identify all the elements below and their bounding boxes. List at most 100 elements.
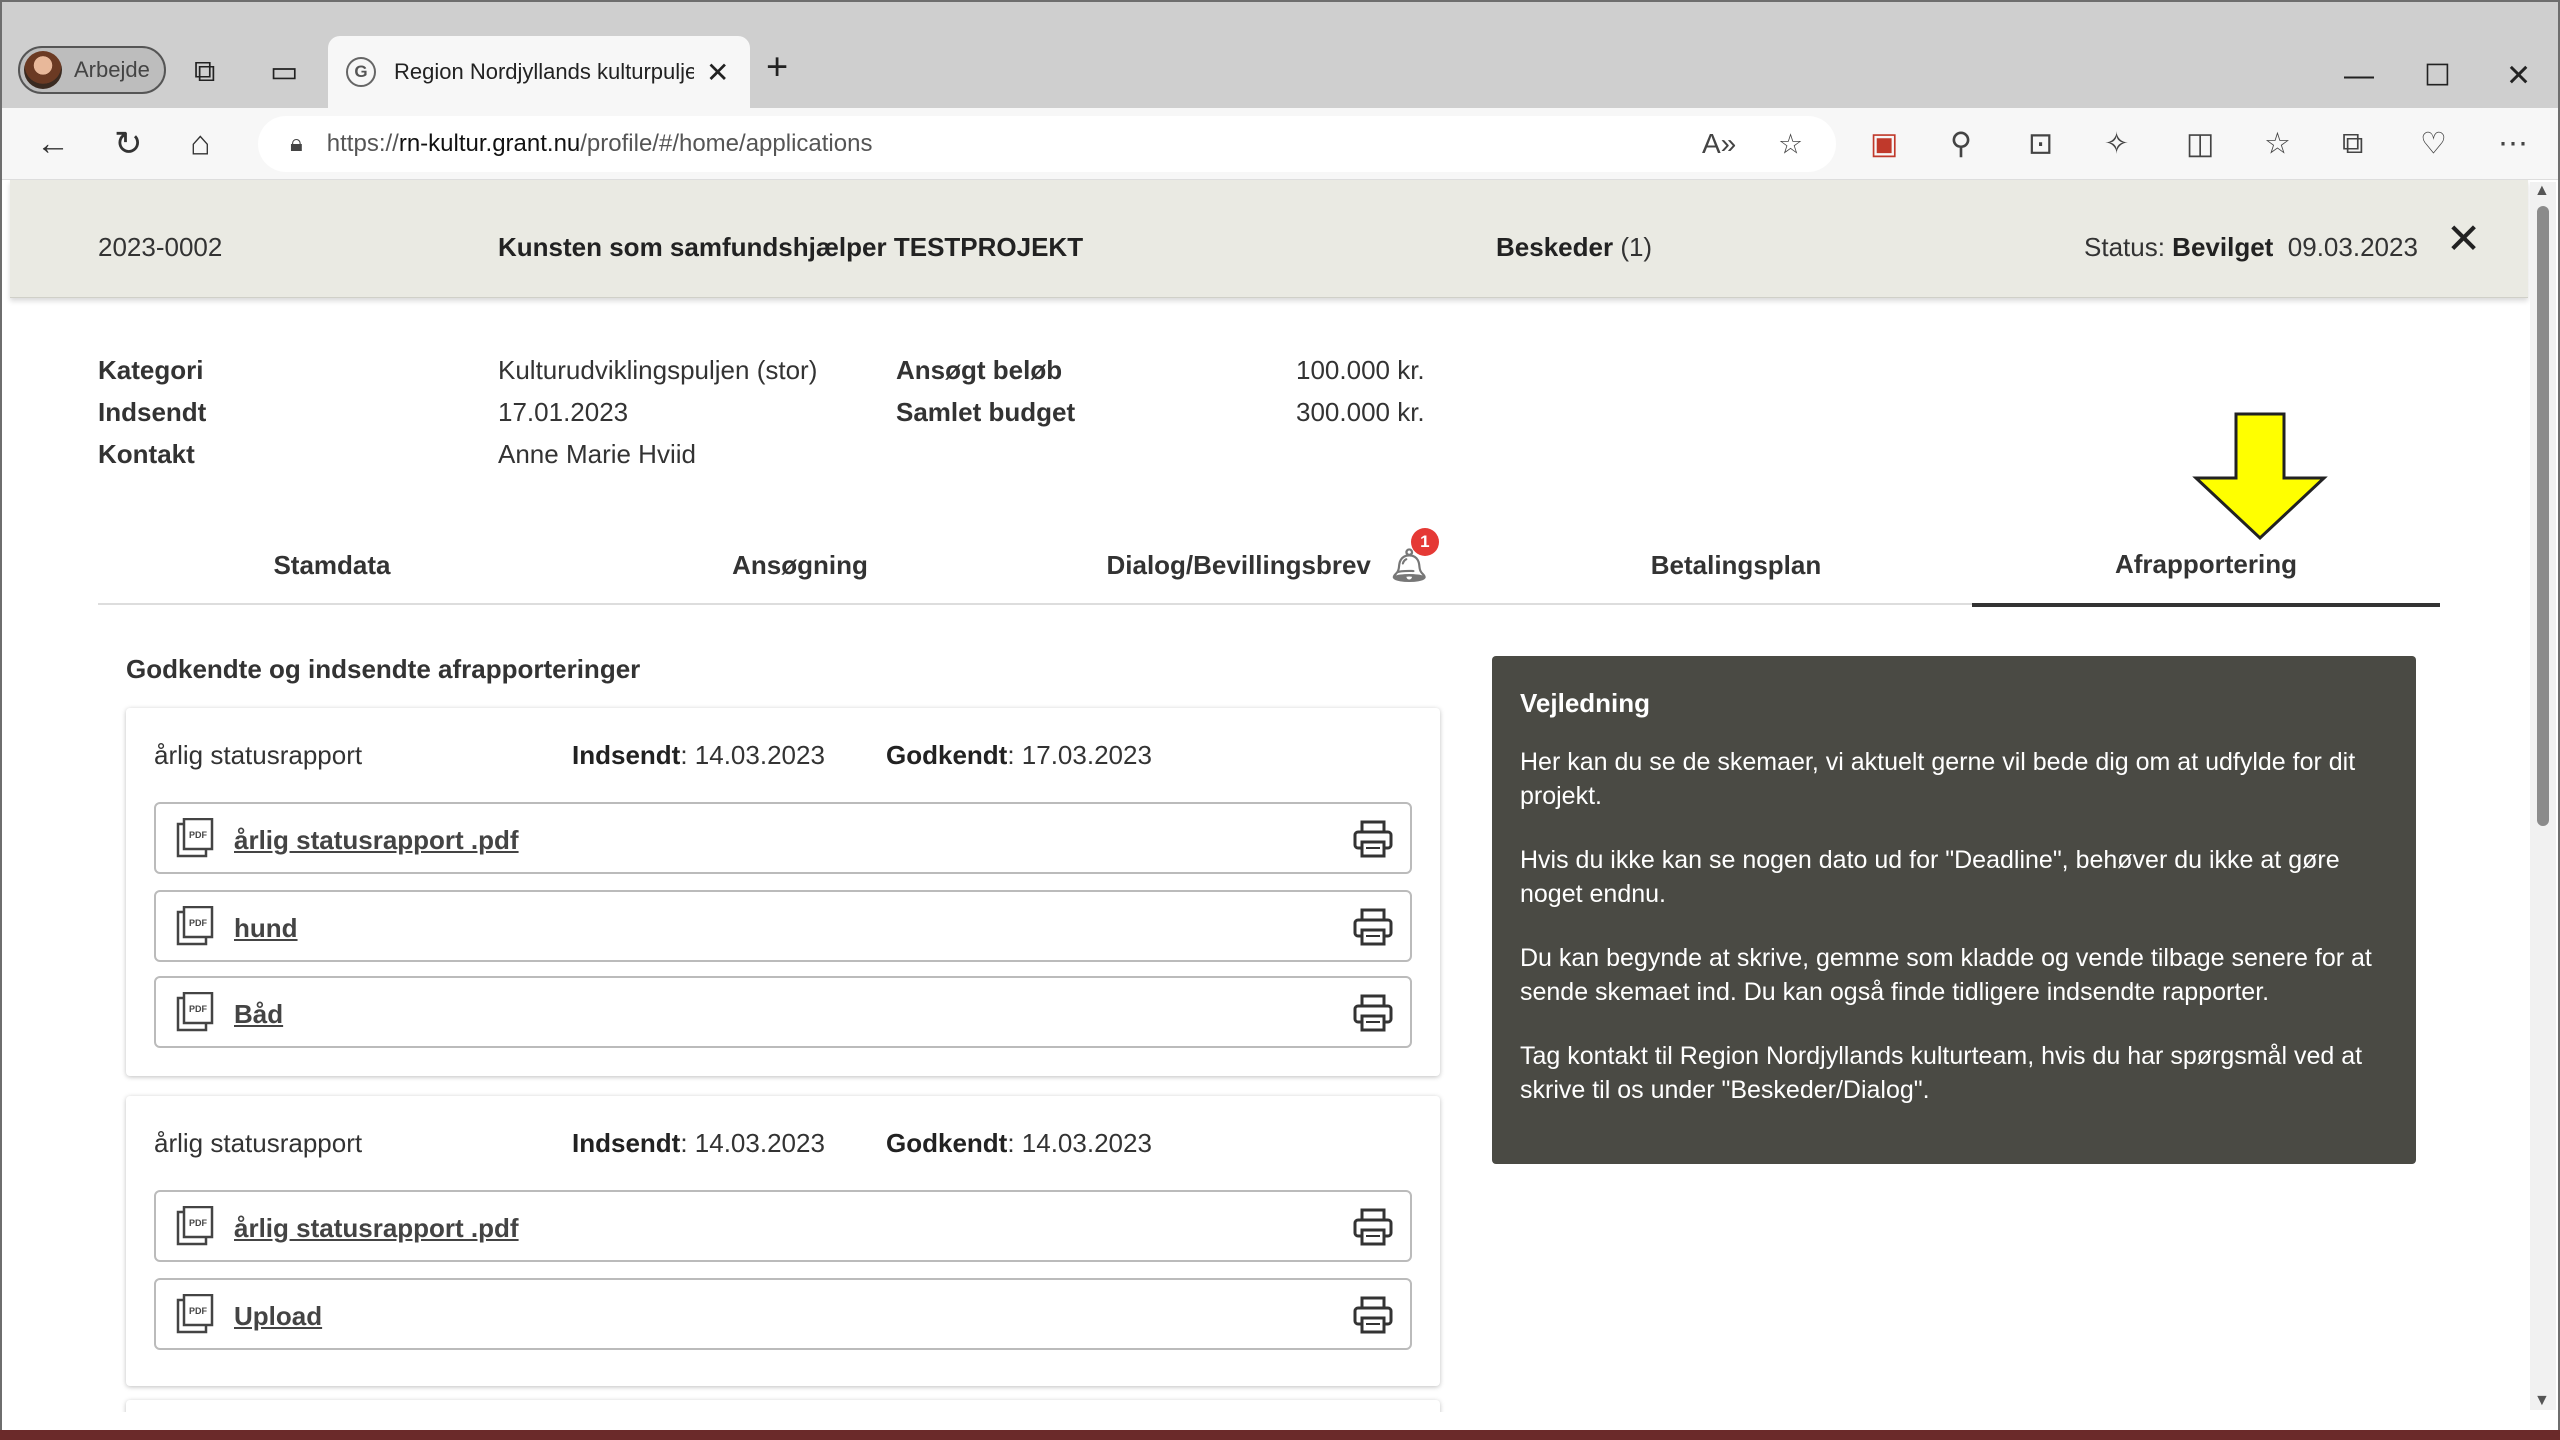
print-icon[interactable]: [1352, 1294, 1394, 1336]
close-tab-icon[interactable]: ✕: [706, 56, 729, 89]
home-icon[interactable]: ⌂: [190, 125, 211, 164]
new-tab-icon[interactable]: +: [766, 47, 788, 90]
budget-label: Samlet budget: [896, 397, 1076, 427]
file-row[interactable]: PDF årlig statusrapport .pdf: [154, 1190, 1412, 1262]
svg-text:PDF: PDF: [189, 1218, 208, 1228]
application-header: 2023-0002 Kunsten som samfundshjælper TE…: [10, 180, 2528, 298]
report-submitted: Indsendt: 14.03.2023: [572, 1128, 825, 1158]
favorites-icon[interactable]: ☆: [2264, 127, 2291, 162]
maximize-icon[interactable]: ☐: [2424, 59, 2451, 94]
extension-red-icon[interactable]: ▣: [1870, 127, 1898, 162]
extension-puzzle-icon[interactable]: ⚲: [1950, 127, 1972, 162]
ansogt-label: Ansøgt beløb: [896, 355, 1063, 385]
guidance-paragraph: Hvis du ikke kan se nogen dato ud for "D…: [1520, 846, 2340, 908]
back-icon[interactable]: ←: [36, 125, 70, 164]
taskbar-edge: [0, 1430, 2560, 1440]
favorite-star-icon[interactable]: ☆: [1778, 128, 1803, 161]
status-text: Status: Bevilget 09.03.2023: [2084, 232, 2418, 262]
file-link[interactable]: hund: [234, 913, 298, 944]
url-text: https://rn-kultur.grant.nu/profile/#/hom…: [326, 130, 873, 157]
read-aloud-icon[interactable]: A»: [1702, 128, 1736, 160]
file-link[interactable]: Båd: [234, 999, 283, 1030]
print-icon[interactable]: [1352, 992, 1394, 1034]
file-link[interactable]: årlig statusrapport .pdf: [234, 1213, 519, 1244]
pdf-icon: PDF: [176, 1206, 214, 1246]
tab-afrapportering[interactable]: Afrapportering: [1972, 525, 2440, 607]
indsendt-value: 17.01.2023: [498, 397, 629, 427]
report-submitted: Indsendt: 14.03.2023: [572, 740, 825, 770]
report-card: [126, 1400, 1440, 1412]
pdf-icon: PDF: [176, 906, 214, 946]
bell-icon: 🔔︎ 1: [1389, 528, 1439, 584]
section-title: Godkendte og indsendte afrapporteringer: [126, 654, 641, 684]
file-row[interactable]: PDF Båd: [154, 976, 1412, 1048]
pdf-icon: PDF: [176, 992, 214, 1032]
profile-name: Arbejde: [74, 57, 150, 82]
close-window-icon[interactable]: ✕: [2506, 59, 2531, 94]
vertical-scrollbar[interactable]: ▲ ▼: [2530, 182, 2556, 1410]
scroll-up-icon[interactable]: ▲: [2534, 182, 2550, 200]
address-bar-row: ← ↻ ⌂ 🔒︎ https://rn-kultur.grant.nu/prof…: [2, 108, 2558, 180]
report-approved: Godkendt: 14.03.2023: [886, 1128, 1152, 1158]
refresh-icon[interactable]: ↻: [114, 124, 143, 164]
print-icon[interactable]: [1352, 818, 1394, 860]
file-link[interactable]: årlig statusrapport .pdf: [234, 825, 519, 856]
tab-betalingsplan[interactable]: Betalingsplan: [1502, 525, 1970, 605]
application-id: 2023-0002: [98, 232, 223, 262]
ansogt-value: 100.000 kr.: [1296, 355, 1425, 385]
indsendt-label: Indsendt: [98, 397, 207, 427]
kontakt-label: Kontakt: [98, 439, 195, 469]
guidance-paragraph: Tag kontakt til Region Nordjyllands kult…: [1520, 1042, 2363, 1104]
guidance-panel: Vejledning Her kan du se de skemaer, vi …: [1492, 656, 2416, 1164]
report-name: årlig statusrapport: [154, 1128, 363, 1158]
tab-dialog-bevillingsbrev[interactable]: Dialog/Bevillingsbrev 🔔︎ 1: [1034, 525, 1502, 605]
extensions-icon[interactable]: ✧: [2104, 127, 2129, 162]
report-approved: Godkendt: 17.03.2023: [886, 740, 1152, 770]
scroll-thumb[interactable]: [2537, 206, 2549, 826]
browser-essentials-icon[interactable]: ♡: [2420, 127, 2447, 162]
extension-box-icon[interactable]: ⊡: [2028, 127, 2053, 162]
guidance-paragraph: Du kan begynde at skrive, gemme som klad…: [1520, 944, 2372, 1006]
print-icon[interactable]: [1352, 1206, 1394, 1248]
kontakt-value: Anne Marie Hviid: [498, 439, 696, 469]
kategori-value: Kulturudviklingspuljen (stor): [498, 355, 818, 385]
title-strip: [2, 2, 2558, 26]
budget-value: 300.000 kr.: [1296, 397, 1425, 427]
close-application-icon[interactable]: ✕: [2446, 214, 2481, 263]
svg-text:PDF: PDF: [189, 1004, 208, 1014]
tab-bar: Arbejde ⧉ ▭ G Region Nordjyllands kultur…: [2, 26, 2558, 108]
browser-window: Arbejde ⧉ ▭ G Region Nordjyllands kultur…: [0, 0, 2560, 1440]
guidance-title: Vejledning: [1520, 688, 1651, 718]
pdf-icon: PDF: [176, 1294, 214, 1334]
file-row[interactable]: PDF årlig statusrapport .pdf: [154, 802, 1412, 874]
svg-text:PDF: PDF: [189, 1306, 208, 1316]
print-icon[interactable]: [1352, 906, 1394, 948]
svg-text:PDF: PDF: [189, 918, 208, 928]
vertical-tabs-icon[interactable]: ▭: [270, 55, 298, 90]
avatar: [24, 51, 62, 89]
profile-button[interactable]: Arbejde: [18, 46, 166, 94]
file-link[interactable]: Upload: [234, 1301, 322, 1332]
report-card: årlig statusrapport Indsendt: 14.03.2023…: [126, 708, 1440, 1076]
minimize-icon[interactable]: —: [2344, 59, 2374, 93]
file-row[interactable]: PDF Upload: [154, 1278, 1412, 1350]
pdf-icon: PDF: [176, 818, 214, 858]
svg-text:PDF: PDF: [189, 830, 208, 840]
url-field[interactable]: 🔒︎ https://rn-kultur.grant.nu/profile/#/…: [258, 116, 1836, 172]
lock-icon[interactable]: 🔒︎: [290, 130, 303, 158]
tab-stamdata[interactable]: Stamdata: [98, 525, 566, 605]
site-favicon-icon: G: [346, 57, 376, 87]
project-title: Kunsten som samfundshjælper TESTPROJEKT: [498, 232, 1084, 262]
collections-icon[interactable]: ⧉: [2342, 127, 2363, 161]
file-row[interactable]: PDF hund: [154, 890, 1412, 962]
report-card: årlig statusrapport Indsendt: 14.03.2023…: [126, 1096, 1440, 1386]
annotation-arrow-icon: [2192, 412, 2328, 541]
report-name: årlig statusrapport: [154, 740, 363, 770]
workspaces-icon[interactable]: ⧉: [194, 55, 215, 89]
tab-ansogning[interactable]: Ansøgning: [566, 525, 1034, 605]
scroll-down-icon[interactable]: ▼: [2534, 1392, 2550, 1410]
split-screen-icon[interactable]: ◫: [2186, 127, 2214, 162]
messages-link[interactable]: Beskeder (1): [1496, 232, 1652, 263]
more-options-icon[interactable]: ⋯: [2498, 127, 2528, 162]
browser-tab-active[interactable]: G Region Nordjyllands kulturpuljer ✕: [328, 36, 750, 108]
